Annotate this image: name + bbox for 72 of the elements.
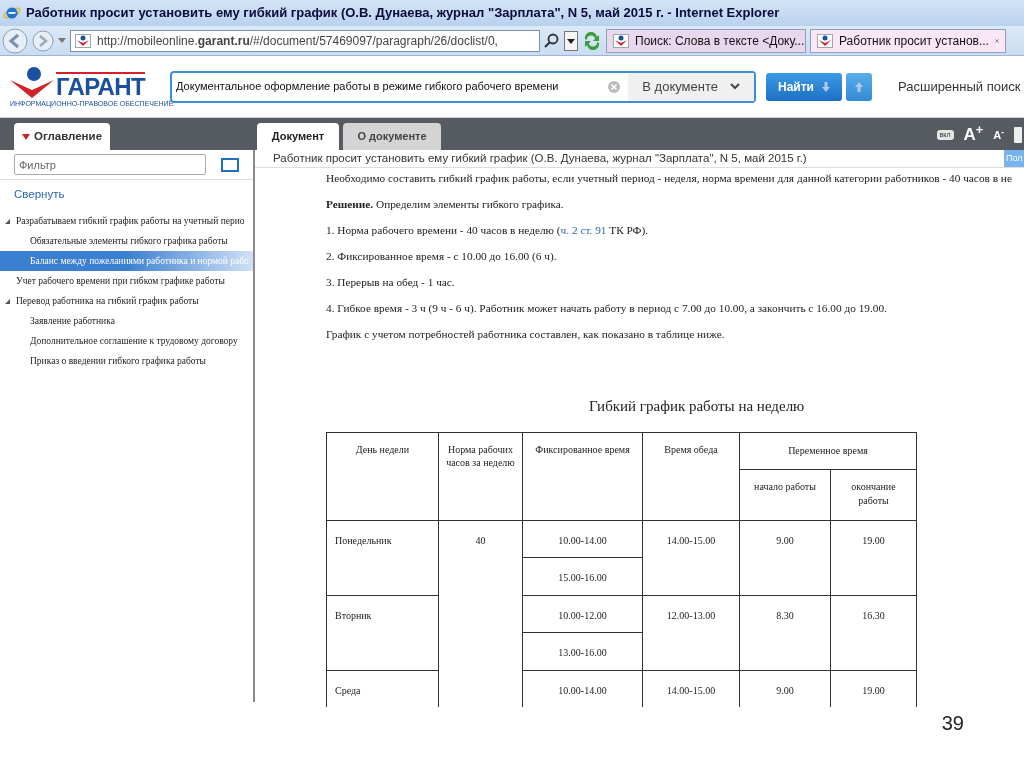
filter-field[interactable]: Фильтр xyxy=(14,154,206,175)
toc-item[interactable]: Разрабатываем гибкий график работы на учетный перио xyxy=(0,211,253,232)
find-button[interactable]: Найти xyxy=(766,72,842,101)
toc-item[interactable]: Дополнительное соглашение к трудовому договору xyxy=(0,331,253,352)
advanced-search-link[interactable]: Расширенный поиск xyxy=(898,76,1021,97)
table-cell: Понедельник xyxy=(326,520,439,596)
caret-down-icon xyxy=(22,133,30,140)
paragraph: 1. Норма рабочего времени - 40 часов в неделю (ч. 2 ст. 91 ТК РФ). xyxy=(326,223,650,239)
caret-icon[interactable] xyxy=(58,37,66,44)
document-title: Работник просит установить ему гибкий график (О.В. Дунаева, журнал "Зарплата", N 5, май 2015 г.) xyxy=(273,151,807,166)
law-link[interactable]: ч. 2 ст. 91 xyxy=(560,224,607,237)
column-header: Переменное время xyxy=(739,432,917,470)
toc-tab[interactable]: Оглавление xyxy=(14,123,111,150)
table-cell: 8.30 xyxy=(739,595,831,671)
expanded-triangle-icon[interactable] xyxy=(4,297,11,305)
collapse-link[interactable]: Свернуть xyxy=(14,186,65,204)
toc-item[interactable]: Баланс между пожеланиями работника и нормой рабо xyxy=(0,251,253,272)
expanded-triangle-icon[interactable] xyxy=(4,217,11,225)
logo-wordmark: ГАРАНТ xyxy=(56,71,146,100)
column-header: Время обеда xyxy=(642,432,740,521)
table-title: Гибкий график работы на неделю xyxy=(589,397,806,417)
forward-icon[interactable] xyxy=(32,29,54,52)
font-larger-button[interactable]: A$^{+}$ xyxy=(963,122,984,148)
previous-button[interactable] xyxy=(846,72,872,101)
back-icon[interactable] xyxy=(2,27,28,54)
arrow-up-icon xyxy=(855,81,863,92)
clear-icon[interactable] xyxy=(608,80,621,93)
browser-tab[interactable]: Работник просит установ... xyxy=(810,28,1006,53)
paragraph: 2. Фиксированное время - с 10.00 до 16.00 (6 ч). xyxy=(326,249,558,265)
paragraph: Решение. Определим элементы гибкого графика. xyxy=(326,197,565,213)
document-tab[interactable]: О документе xyxy=(343,123,441,150)
site-icon xyxy=(613,33,629,48)
browser-tab[interactable]: Поиск: Слова в тексте <Доку... xyxy=(606,28,806,53)
chevron-down-icon xyxy=(730,83,740,90)
font-smaller-button[interactable]: A$^{-}$ xyxy=(993,126,1004,144)
column-header: День недели xyxy=(326,432,439,521)
table-cell: 19.00 xyxy=(830,520,917,596)
table-cell: Вторник xyxy=(326,595,439,671)
toc-item[interactable]: Заявление работника xyxy=(0,311,253,332)
table-cell: 10.00-14.00 xyxy=(522,520,643,558)
panel-toggle-icon[interactable] xyxy=(221,157,239,172)
table-cell: 14.00-15.00 xyxy=(642,520,740,596)
toc-item[interactable]: Обязательные элементы гибкого графика работы xyxy=(0,231,253,252)
table-cell: 10.00-12.00 xyxy=(522,595,643,633)
toc-item[interactable]: Приказ о введении гибкого графика работы xyxy=(0,351,253,372)
dropdown-icon[interactable] xyxy=(564,30,578,51)
paragraph: 3. Перерыв на обед - 1 час. xyxy=(326,275,456,291)
column-header: начало работы xyxy=(739,469,831,521)
window-title: Работник просит установить ему гибкий график (О.В. Дунаева, журнал "Зарплата", N 5, май 2015 г. - Internet Explorer xyxy=(26,4,780,23)
column-header: окончание работы xyxy=(830,469,917,521)
paragraph: Необходимо составить гибкий график работы, если учетный период - неделя, норма времени для данной категории работников - 40 часов в не xyxy=(326,171,1013,187)
address-field[interactable]: http://mobileonline.garant.ru/#/document/57469097/paragraph/26/doclist/0, xyxy=(70,29,540,52)
logo-emblem-icon xyxy=(10,65,54,100)
browser-logo-icon xyxy=(3,4,21,22)
table-cell: 16.30 xyxy=(830,595,917,671)
paragraph: График с учетом потребностей работника составлен, как показано в таблице ниже. xyxy=(326,327,726,343)
site-icon xyxy=(75,33,91,48)
column-header: Норма рабочих часов за неделю xyxy=(438,432,523,521)
table-cell: 9.00 xyxy=(739,520,831,596)
document-tab[interactable]: Документ xyxy=(257,123,339,150)
slide-number: 39 xyxy=(941,711,964,736)
paragraph: 4. Гибкое время - 3 ч (9 ч - 6 ч). Работник может начать работу в период с 7.00 до 10.00, а закончить с 16.00 до 19.00. xyxy=(326,301,888,317)
search-icon[interactable] xyxy=(544,32,560,49)
column-header: Фиксированное время xyxy=(522,432,643,521)
scope-dropdown[interactable]: В документе xyxy=(628,72,754,101)
arrow-down-icon xyxy=(822,81,830,92)
table-cell: 12.00-13.00 xyxy=(642,595,740,671)
table-cell: 40 xyxy=(438,520,523,707)
search-field[interactable]: Документальное оформление работы в режиме гибкого рабочего времени В документе xyxy=(170,70,756,103)
toc-item[interactable]: Перевод работника на гибкий график работы xyxy=(0,291,253,312)
toc-item[interactable]: Учет рабочего времени при гибком графике работы xyxy=(0,271,253,292)
site-icon xyxy=(817,33,833,48)
